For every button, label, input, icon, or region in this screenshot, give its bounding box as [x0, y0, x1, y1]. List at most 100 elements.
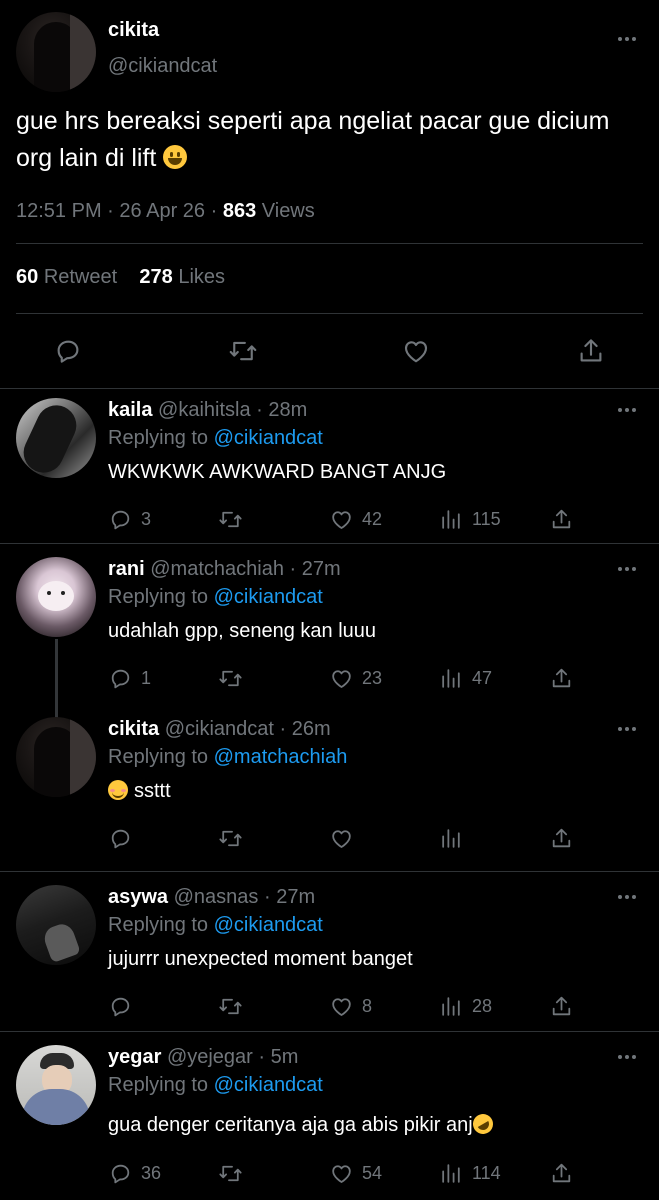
retweet-label: Retweet: [43, 266, 118, 288]
replying-to: Replying to @cikiandcat: [108, 586, 323, 609]
tweet-stats: 60 Retweet 278 Likes: [16, 266, 225, 289]
share-icon[interactable]: [576, 336, 606, 366]
avatar[interactable]: [16, 717, 96, 797]
reply-author-name[interactable]: yegar: [108, 1046, 161, 1068]
reply-icon[interactable]: [53, 336, 83, 366]
tweet-meta: 12:51 PM · 26 Apr 26 · 863 Views: [16, 200, 315, 223]
author-name[interactable]: cikita: [108, 19, 159, 42]
like-action[interactable]: 23: [329, 665, 382, 691]
replying-to-link[interactable]: @matchachiah: [214, 746, 348, 768]
like-action[interactable]: 42: [329, 506, 382, 532]
views-action[interactable]: 115: [439, 506, 501, 532]
more-icon[interactable]: [616, 1052, 640, 1062]
reply-icon: [108, 1161, 133, 1186]
like-count: 54: [362, 1162, 383, 1183]
share-icon: [549, 666, 574, 691]
like-action[interactable]: [329, 825, 354, 851]
tweet-date[interactable]: 26 Apr 26: [119, 200, 205, 222]
views-action[interactable]: 114: [439, 1160, 501, 1186]
reply-tweet[interactable]: yegar @yejegar · 5m Replying to @cikiand…: [0, 1035, 659, 1200]
likes-count: 278: [139, 266, 173, 288]
reply-time[interactable]: 5m: [271, 1046, 299, 1068]
reply-author-handle[interactable]: @kaihitsla: [158, 399, 251, 421]
divider: [16, 243, 643, 244]
avatar[interactable]: [16, 557, 96, 637]
more-icon[interactable]: [616, 564, 640, 574]
reply-tweet[interactable]: cikita @cikiandcat · 26m Replying to @ma…: [0, 707, 659, 871]
views-action[interactable]: 28: [439, 993, 492, 1019]
share-action[interactable]: [549, 1160, 574, 1186]
heart-icon: [329, 826, 354, 851]
likes-stat[interactable]: 278 Likes: [139, 266, 225, 288]
reply-author-handle[interactable]: @matchachiah: [150, 558, 284, 580]
retweet-action[interactable]: [218, 506, 243, 532]
reply-action[interactable]: 1: [108, 665, 151, 691]
reply-author-handle[interactable]: @yejegar: [167, 1046, 253, 1068]
retweet-icon: [218, 507, 243, 532]
replying-to-link[interactable]: @cikiandcat: [214, 914, 323, 936]
views-action[interactable]: 47: [439, 665, 492, 691]
more-icon[interactable]: [616, 405, 640, 415]
retweet-action[interactable]: [218, 993, 243, 1019]
reply-time[interactable]: 28m: [268, 399, 307, 421]
retweet-action[interactable]: [218, 665, 243, 691]
author-handle[interactable]: @cikiandcat: [108, 55, 217, 78]
tweet-time[interactable]: 12:51 PM: [16, 200, 102, 222]
reply-icon: [108, 994, 133, 1019]
like-action[interactable]: 8: [329, 993, 372, 1019]
replying-to-label: Replying to: [108, 746, 209, 768]
reply-tweet[interactable]: kaila @kaihitsla · 28m Replying to @ciki…: [0, 388, 659, 543]
retweet-icon[interactable]: [228, 336, 258, 366]
replying-to: Replying to @matchachiah: [108, 746, 347, 769]
views-action[interactable]: [439, 825, 464, 851]
avatar-hand: [41, 920, 81, 964]
share-icon: [549, 826, 574, 851]
reply-author-name[interactable]: rani: [108, 558, 145, 580]
reply-header: cikita @cikiandcat · 26m: [108, 718, 331, 741]
reply-time[interactable]: 26m: [292, 718, 331, 740]
replying-to-link[interactable]: @cikiandcat: [214, 586, 323, 608]
reply-action[interactable]: [108, 993, 133, 1019]
retweet-action[interactable]: [218, 1160, 243, 1186]
avatar[interactable]: [16, 885, 96, 965]
reply-count: 36: [141, 1162, 162, 1183]
views-label: Views: [261, 200, 315, 222]
reply-tweet[interactable]: asywa @nasnas · 27m Replying to @cikiand…: [0, 875, 659, 1031]
heart-icon: [329, 1161, 354, 1186]
reply-text: jujurrr unexpected moment banget: [108, 948, 413, 970]
retweet-stat[interactable]: 60 Retweet: [16, 266, 117, 288]
reply-author-name[interactable]: asywa: [108, 886, 168, 908]
heart-icon[interactable]: [401, 336, 431, 366]
views-count: 863: [222, 200, 257, 222]
reply-action[interactable]: 3: [108, 506, 151, 532]
reply-author-name[interactable]: kaila: [108, 399, 152, 421]
avatar[interactable]: [16, 1045, 96, 1125]
reply-tweet[interactable]: rani @matchachiah · 27m Replying to @cik…: [0, 547, 659, 719]
reply-time[interactable]: 27m: [302, 558, 341, 580]
replying-to: Replying to @cikiandcat: [108, 914, 323, 937]
avatar[interactable]: [16, 398, 96, 478]
reply-author-handle[interactable]: @nasnas: [174, 886, 259, 908]
retweet-action[interactable]: [218, 825, 243, 851]
reply-author-name[interactable]: cikita: [108, 718, 159, 740]
avatar-hair: [17, 398, 83, 478]
like-action[interactable]: 54: [329, 1160, 382, 1186]
share-action[interactable]: [549, 506, 574, 532]
more-icon[interactable]: [616, 892, 640, 902]
avatar[interactable]: [16, 12, 96, 92]
more-icon[interactable]: [616, 724, 640, 734]
reply-author-handle[interactable]: @cikiandcat: [165, 718, 274, 740]
reply-action[interactable]: 36: [108, 1160, 161, 1186]
views-icon: [439, 507, 464, 532]
more-icon[interactable]: [616, 34, 640, 44]
replying-to-link[interactable]: @cikiandcat: [214, 1074, 323, 1096]
share-action[interactable]: [549, 665, 574, 691]
retweet-icon: [218, 666, 243, 691]
reply-time[interactable]: 27m: [276, 886, 315, 908]
share-action[interactable]: [549, 993, 574, 1019]
like-count: 23: [362, 667, 383, 688]
views-icon: [439, 994, 464, 1019]
share-action[interactable]: [549, 825, 574, 851]
replying-to-link[interactable]: @cikiandcat: [214, 427, 323, 449]
reply-action[interactable]: [108, 825, 133, 851]
